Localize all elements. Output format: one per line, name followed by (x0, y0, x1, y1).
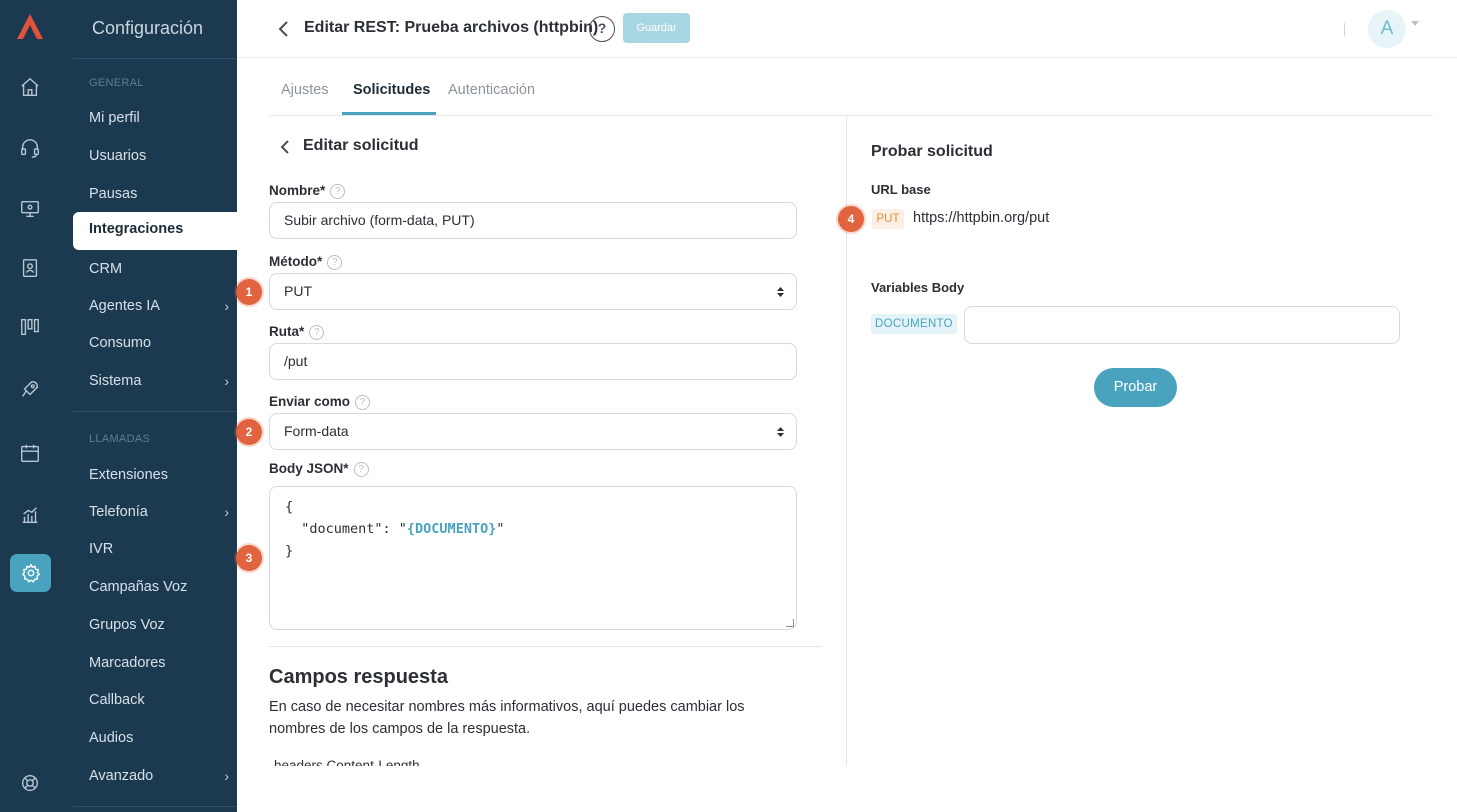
nav-title: Configuración (92, 18, 204, 38)
nombre-input[interactable]: Subir archivo (form-data, PUT) (269, 202, 797, 239)
probar-button[interactable]: Probar (1094, 368, 1177, 407)
nav-item-avanzado[interactable]: Avanzado › (89, 765, 229, 787)
avatar[interactable]: A (1368, 10, 1406, 48)
probar-solicitud-title: Probar solicitud (871, 143, 993, 160)
settings-nav: Configuración GENERAL Mi perfil Usuarios… (60, 0, 237, 812)
nav-item-mi-perfil[interactable]: Mi perfil (89, 107, 229, 129)
help-icon[interactable]: ? (353, 462, 369, 477)
marker-3: 3 (236, 545, 262, 571)
page-header: Editar REST: Prueba archivos (httpbin) ?… (237, 0, 1457, 58)
support-icon[interactable] (14, 767, 46, 799)
caret-down-icon[interactable] (1411, 21, 1419, 26)
tab-bar: Ajustes Solicitudes Autenticación (269, 58, 1433, 116)
nav-item-pausas[interactable]: Pausas (89, 183, 229, 205)
board-icon[interactable] (14, 311, 46, 343)
nav-divider (73, 411, 237, 412)
help-icon[interactable]: ? (330, 184, 346, 199)
marker-4: 4 (838, 206, 864, 232)
nav-item-marcadores[interactable]: Marcadores (89, 652, 229, 674)
nav-item-agentes-ia[interactable]: Agentes IA › (89, 295, 229, 317)
nav-item-extensiones[interactable]: Extensiones (89, 464, 229, 486)
back-button[interactable] (277, 17, 293, 41)
variables-body-label: Variables Body (871, 280, 965, 295)
nav-item-grupos-voz[interactable]: Grupos Voz (89, 614, 229, 636)
active-tab-indicator (342, 112, 436, 115)
documento-variable-input[interactable] (964, 306, 1400, 344)
nombre-label: Nombre*? (269, 183, 346, 199)
rocket-icon[interactable] (14, 373, 46, 405)
nav-divider (73, 806, 237, 807)
contacts-icon[interactable] (14, 252, 46, 284)
nav-item-crm[interactable]: CRM (89, 258, 229, 280)
app-logo[interactable] (14, 12, 46, 42)
resize-handle[interactable] (786, 619, 794, 627)
body-variable: {DOCUMENTO} (406, 521, 497, 537)
select-arrows-icon (777, 427, 784, 437)
select-arrows-icon (777, 287, 784, 297)
icon-rail (0, 0, 60, 812)
ruta-input[interactable]: /put (269, 343, 797, 380)
enviar-como-label: Enviar como? (269, 394, 371, 410)
form-divider (269, 646, 822, 647)
help-icon[interactable]: ? (309, 325, 325, 340)
settings-icon[interactable] (10, 554, 51, 592)
campos-respuesta-title: Campos respuesta (269, 666, 448, 688)
body-json-label: Body JSON*? (269, 461, 369, 477)
nav-item-audios[interactable]: Audios (89, 727, 229, 749)
home-icon[interactable] (14, 71, 46, 103)
nav-item-telefonia[interactable]: Telefonía › (89, 501, 229, 523)
chevron-right-icon: › (224, 768, 229, 784)
chevron-left-icon (280, 140, 289, 154)
metodo-label: Método*? (269, 254, 343, 270)
nav-section-general: GENERAL (89, 77, 144, 89)
page-title: Editar REST: Prueba archivos (httpbin) (304, 19, 599, 36)
marker-2: 2 (236, 419, 262, 445)
method-badge: PUT (872, 209, 904, 229)
partial-field-label: headers.Content-Length (274, 758, 420, 766)
nav-item-integraciones[interactable]: Integraciones (73, 212, 238, 250)
chevron-right-icon: › (224, 373, 229, 389)
campos-respuesta-description: En caso de necesitar nombres más informa… (269, 699, 745, 737)
marker-1: 1 (236, 279, 262, 305)
enviar-como-select[interactable]: Form-data (269, 413, 797, 450)
monitor-icon[interactable] (14, 193, 46, 225)
headset-icon[interactable] (14, 132, 46, 164)
save-button[interactable]: Guardar (623, 13, 690, 43)
nav-item-usuarios[interactable]: Usuarios (89, 145, 229, 167)
variable-tag: DOCUMENTO (871, 314, 957, 334)
metodo-select[interactable]: PUT (269, 273, 797, 310)
nav-item-consumo[interactable]: Consumo (89, 332, 229, 354)
help-icon[interactable]: ? (327, 255, 343, 270)
chevron-right-icon: › (224, 504, 229, 520)
metodo-value: PUT (284, 283, 312, 299)
url-base-label: URL base (871, 182, 931, 197)
chevron-left-icon (278, 21, 288, 37)
help-icon[interactable]: ? (589, 16, 615, 42)
section-title: Editar solicitud (303, 137, 419, 154)
back-to-requests-button[interactable] (279, 137, 293, 157)
chevron-right-icon: › (224, 298, 229, 314)
nav-item-ivr[interactable]: IVR (89, 538, 229, 560)
nav-divider (73, 58, 237, 59)
tab-ajustes[interactable]: Ajustes (281, 82, 329, 98)
ruta-label: Ruta*? (269, 324, 325, 340)
body-json-textarea[interactable]: { "document": "{DOCUMENTO}"} (269, 486, 797, 630)
header-divider (1344, 23, 1345, 36)
url-base-value: https://httpbin.org/put (913, 210, 1050, 226)
stats-icon[interactable] (14, 499, 46, 531)
enviar-como-value: Form-data (284, 423, 349, 439)
help-icon[interactable]: ? (355, 395, 371, 410)
bottom-area (237, 766, 1457, 812)
tab-autenticacion[interactable]: Autenticación (448, 82, 535, 98)
nav-item-campanas-voz[interactable]: Campañas Voz (89, 576, 229, 598)
nav-item-sistema[interactable]: Sistema › (89, 370, 229, 392)
calendar-icon[interactable] (14, 437, 46, 469)
nav-item-label: Integraciones (89, 221, 184, 237)
nav-item-callback[interactable]: Callback (89, 689, 229, 711)
nav-section-llamadas: LLAMADAS (89, 433, 151, 445)
tab-solicitudes[interactable]: Solicitudes (353, 82, 430, 98)
